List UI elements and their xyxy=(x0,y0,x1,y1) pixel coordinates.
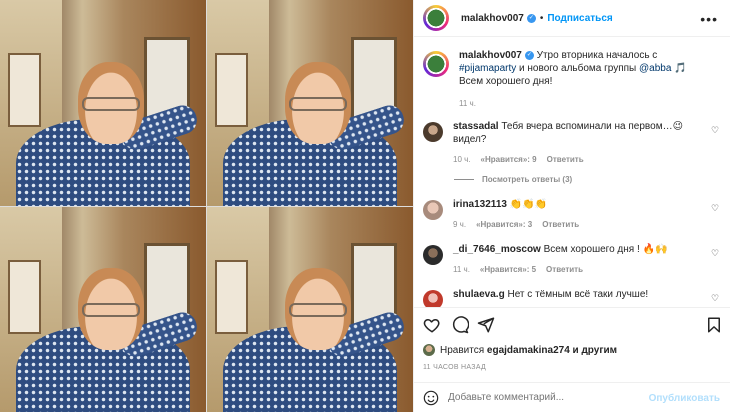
comment-text: Всем хорошего дня ! 🔥🙌 xyxy=(543,244,668,255)
comment-composer: Опубликовать xyxy=(414,382,730,412)
caption: malakhov007 ✓ Утро вторника началось с #p… xyxy=(423,49,723,110)
commenter-avatar[interactable] xyxy=(423,122,443,142)
separator-dot: • xyxy=(539,12,544,24)
caption-text-end: 🎵 xyxy=(671,63,687,74)
post-timestamp[interactable]: 11 ЧАСОВ НАЗАД xyxy=(423,364,486,371)
comment-time[interactable]: 10 ч. xyxy=(453,155,471,164)
comment-like-heart-icon[interactable]: ♡ xyxy=(711,126,720,135)
caption-line-2: Всем хорошего дня! xyxy=(459,76,553,87)
reply-button[interactable]: Ответить xyxy=(542,220,579,229)
bookmark-icon[interactable] xyxy=(705,316,723,334)
comment-time[interactable]: 11 ч. xyxy=(453,265,470,274)
verified-badge-icon: ✓ xyxy=(524,50,534,60)
caption-avatar[interactable] xyxy=(423,51,449,77)
comment-likes[interactable]: «Нравится»: 3 xyxy=(476,220,532,229)
share-icon[interactable] xyxy=(477,316,495,334)
likes-prefix: Нравится xyxy=(440,344,485,356)
heart-icon[interactable] xyxy=(423,316,441,334)
comment-username[interactable]: stassadal xyxy=(453,121,499,132)
post-photo[interactable] xyxy=(0,0,413,412)
view-replies-label: Посмотреть ответы (3) xyxy=(482,175,573,184)
photo-tile-top-left xyxy=(0,0,206,206)
caption-text-middle: и нового альбома группы xyxy=(516,63,640,74)
comment-likes[interactable]: «Нравится»: 5 xyxy=(480,265,536,274)
comments-list[interactable]: malakhov007 ✓ Утро вторника началось с #p… xyxy=(414,37,730,307)
follow-button[interactable]: Подписаться xyxy=(547,13,612,24)
comment-item: shulaeva.g Нет с тёмным всё таки лучше! xyxy=(423,288,723,307)
comment-likes[interactable]: «Нравится»: 9 xyxy=(481,155,537,164)
comment-item: irina132113 👏👏👏 9 ч. «Нравится»: 3 Ответит… xyxy=(423,198,723,231)
action-bar xyxy=(414,307,730,343)
caption-username[interactable]: malakhov007 xyxy=(459,50,522,61)
more-icon[interactable]: ••• xyxy=(700,11,718,27)
likes-summary: Нравится egajdamakina274 и другим xyxy=(423,344,617,356)
commenter-avatar[interactable] xyxy=(423,290,443,307)
photo-tile-bottom-right xyxy=(207,206,413,412)
publish-button[interactable]: Опубликовать xyxy=(649,393,720,404)
comment-icon[interactable] xyxy=(451,316,469,334)
photo-tile-bottom-left xyxy=(0,206,206,412)
liker-username[interactable]: egajdamakina274 xyxy=(487,345,570,356)
verified-badge-icon: ✓ xyxy=(526,13,536,23)
caption-mention[interactable]: @abba xyxy=(639,63,671,74)
caption-text-start: Утро вторника началось с xyxy=(536,50,658,61)
post-header: malakhov007 ✓ • Подписаться ••• xyxy=(414,0,730,37)
photo-tile-top-right xyxy=(207,0,413,206)
comment-text: Нет с тёмным всё таки лучше! xyxy=(507,289,649,300)
comment-like-heart-icon[interactable]: ♡ xyxy=(711,294,720,303)
post-side-panel: malakhov007 ✓ • Подписаться ••• malakhov… xyxy=(413,0,730,412)
view-replies-button[interactable]: Посмотреть ответы (3) xyxy=(454,175,572,184)
comment-username[interactable]: shulaeva.g xyxy=(453,289,505,300)
author-avatar[interactable] xyxy=(423,5,449,31)
comment-item: _di_7646_moscow Всем хорошего дня ! 🔥🙌 1… xyxy=(423,243,723,276)
comment-like-heart-icon[interactable]: ♡ xyxy=(711,249,720,258)
comment-item: stassadal Тебя вчера вспоминали на перво… xyxy=(423,120,723,166)
liker-avatar[interactable] xyxy=(423,344,435,356)
commenter-avatar[interactable] xyxy=(423,245,443,265)
author-username[interactable]: malakhov007 xyxy=(461,13,524,24)
comment-time[interactable]: 9 ч. xyxy=(453,220,466,229)
emoji-icon[interactable] xyxy=(423,390,439,406)
comment-username[interactable]: _di_7646_moscow xyxy=(453,244,541,255)
caption-hashtag[interactable]: #pijamaparty xyxy=(459,63,516,74)
caption-time[interactable]: 11 ч. xyxy=(459,99,476,108)
comment-like-heart-icon[interactable]: ♡ xyxy=(711,204,720,213)
comment-input[interactable] xyxy=(448,392,648,403)
commenter-avatar[interactable] xyxy=(423,200,443,220)
reply-button[interactable]: Ответить xyxy=(547,155,584,164)
likes-others[interactable]: и другим xyxy=(573,345,618,356)
comment-username[interactable]: irina132113 xyxy=(453,199,507,210)
replies-line xyxy=(454,179,474,180)
comment-text: 👏👏👏 xyxy=(509,199,548,210)
reply-button[interactable]: Ответить xyxy=(546,265,583,274)
